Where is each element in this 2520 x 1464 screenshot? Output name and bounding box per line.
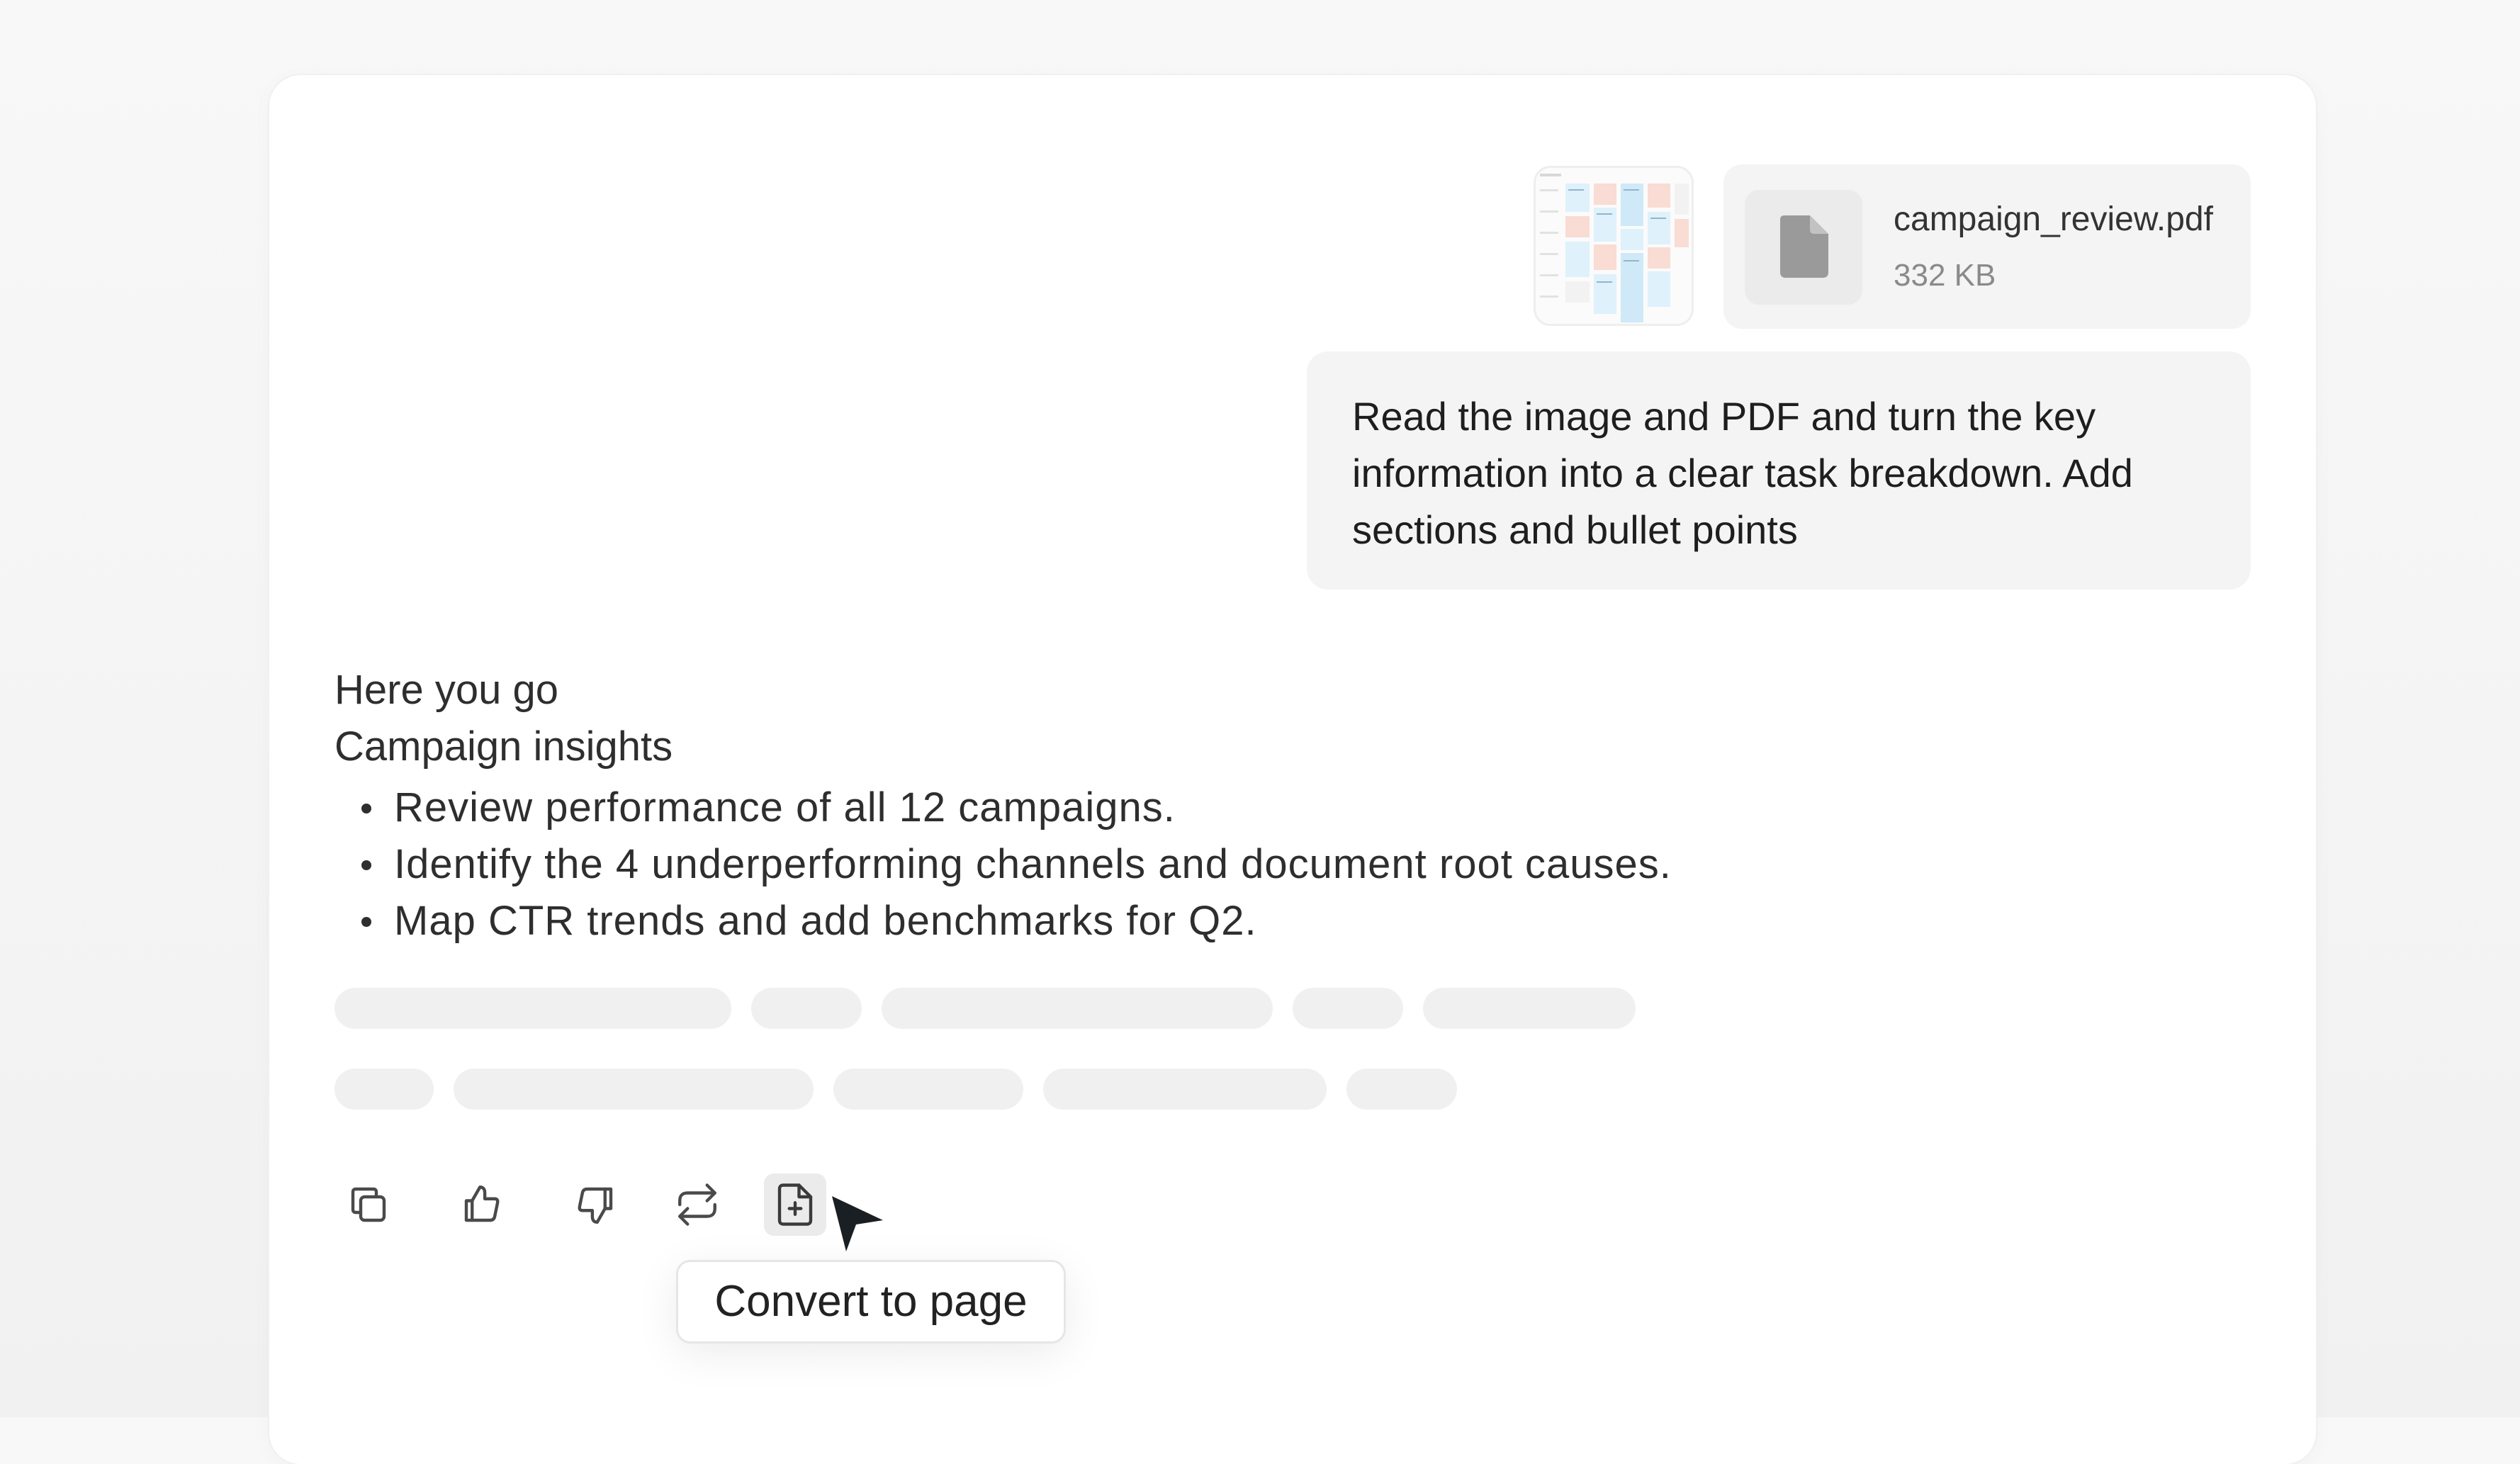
list-item: Identify the 4 underperforming channels … [334,836,1672,893]
user-message-bubble: Read the image and PDF and turn the key … [1307,351,2251,590]
mouse-pointer-icon [831,1195,884,1256]
list-item-text: Identify the 4 underperforming channels … [394,841,1672,887]
bullet-dot [361,917,371,927]
bullet-dot [361,804,371,813]
file-size: 332 KB [1894,258,1996,293]
repeat-icon [678,1183,716,1226]
list-item: Review performance of all 12 campaigns. [334,779,1672,836]
user-message-text: Read the image and PDF and turn the key … [1352,394,2133,552]
response-intro: Here you go [334,667,558,713]
convert-to-page-button[interactable] [764,1173,826,1236]
loading-skeleton [882,988,1273,1029]
loading-skeleton [1293,988,1403,1029]
convert-to-page-tooltip: Convert to page [676,1260,1066,1344]
loading-skeleton [1346,1069,1457,1110]
response-heading: Campaign insights [334,723,673,770]
loading-skeleton [334,1069,434,1110]
bullet-dot [361,860,371,870]
thumbs-down-icon [578,1187,613,1224]
document-icon-container [1745,190,1862,305]
response-bullet-list: Review performance of all 12 campaigns. … [334,779,1672,950]
loading-skeleton [1043,1069,1327,1110]
loading-skeleton [334,988,731,1029]
cursor-arrow-icon [832,1196,883,1251]
calendar-preview-image [1536,168,1692,324]
loading-skeleton [1423,988,1636,1029]
list-item: Map CTR trends and add benchmarks for Q2… [334,893,1672,950]
list-item-text: Review performance of all 12 campaigns. [394,784,1176,830]
file-name: campaign_review.pdf [1894,201,2213,238]
loading-skeleton [833,1069,1023,1110]
copy-button[interactable] [337,1173,400,1236]
file-plus-icon [777,1183,813,1226]
loading-skeleton [454,1069,814,1110]
thumbs-up-icon [464,1186,500,1222]
pdf-attachment-card[interactable]: campaign_review.pdf 332 KB [1723,164,2251,329]
dislike-button[interactable] [564,1173,626,1236]
like-button[interactable] [451,1173,513,1236]
copy-icon [351,1187,386,1222]
regenerate-button[interactable] [666,1173,729,1236]
list-item-text: Map CTR trends and add benchmarks for Q2… [394,898,1257,944]
image-attachment-thumbnail[interactable] [1534,166,1694,326]
document-icon [1780,215,1828,278]
loading-skeleton [751,988,862,1029]
